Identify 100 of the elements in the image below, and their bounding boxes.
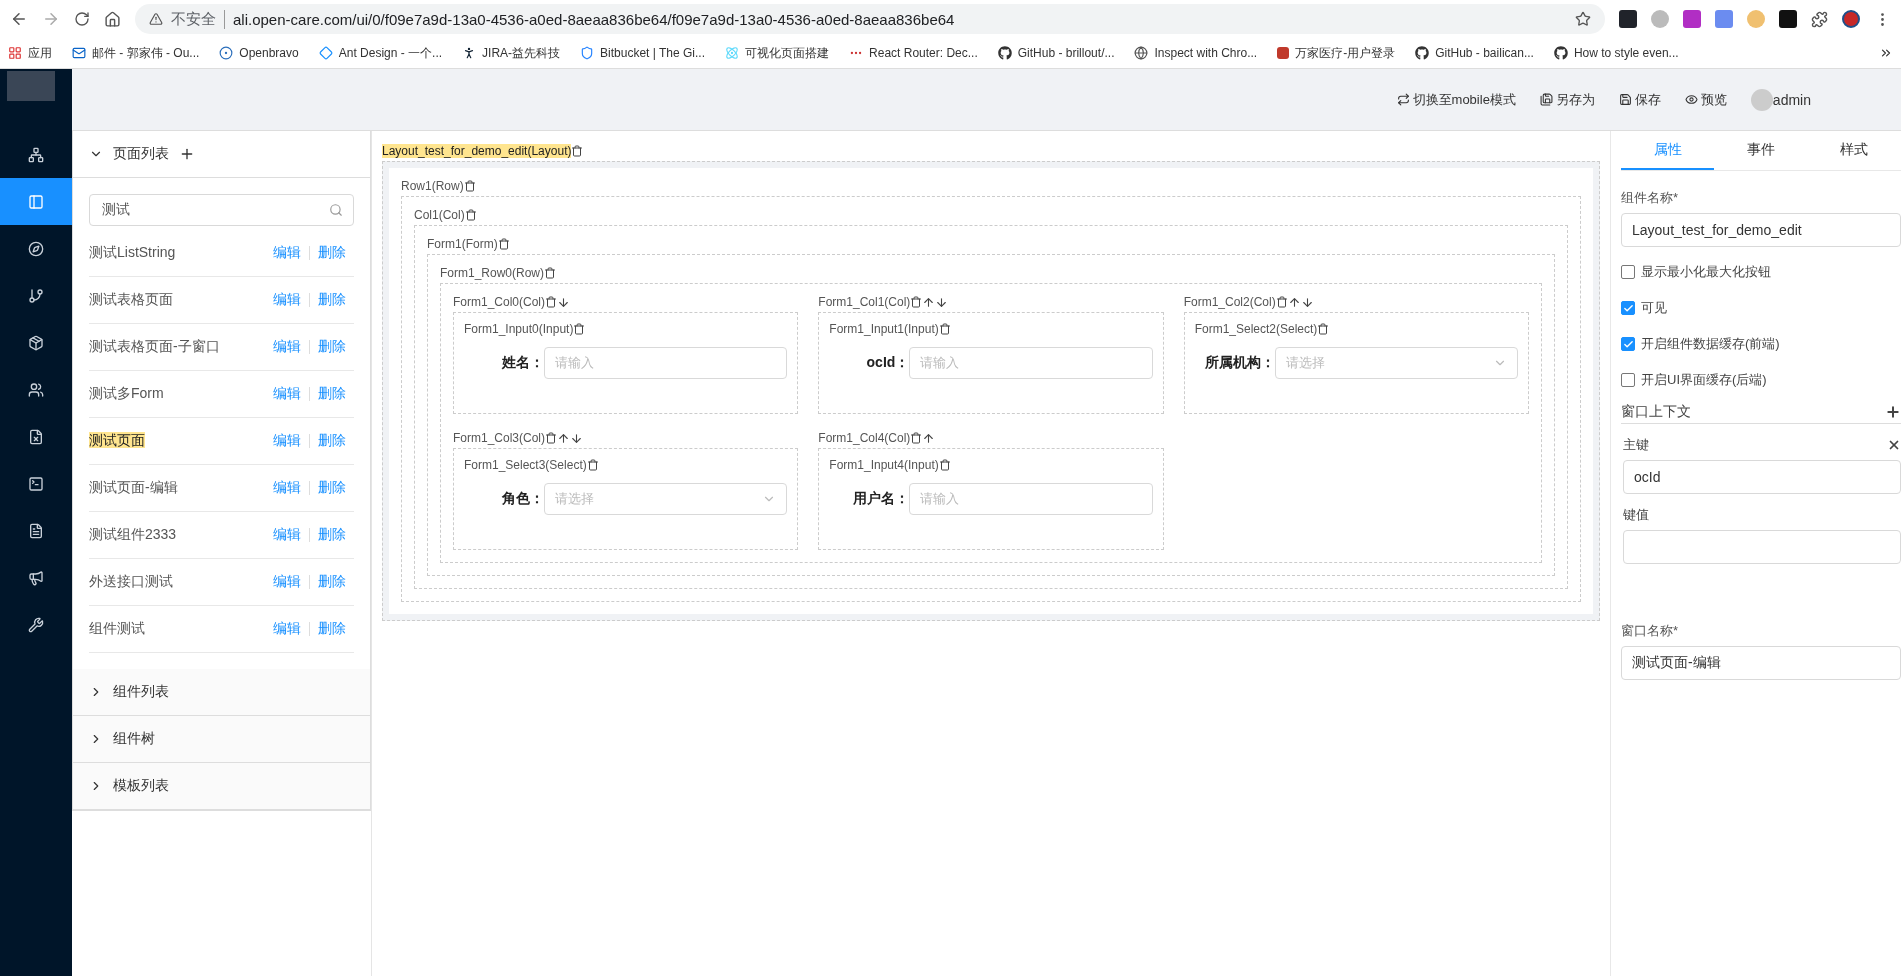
component-label[interactable]: Form1_Input4(Input) bbox=[829, 458, 939, 472]
address-bar[interactable]: 不安全 ali.open-care.com/ui/0/f09e7a9d-13a0-4536-a0ed-8aeaa836be64/f09e7a9d-13a0-4536-a0ed-8aeaa836be64 bbox=[135, 4, 1605, 34]
page-name[interactable]: 外送接口测试 bbox=[89, 573, 173, 589]
checkbox[interactable] bbox=[1621, 337, 1635, 351]
page-name[interactable]: 测试表格页面-子窗口 bbox=[89, 338, 220, 354]
component-label[interactable]: Form1_Col4(Col) bbox=[818, 431, 911, 445]
search-field[interactable]: 测试 bbox=[89, 194, 354, 226]
window-name-input[interactable]: 测试页面-编辑 bbox=[1621, 646, 1901, 680]
bookmark-link[interactable]: 可视化页面搭建 bbox=[725, 44, 830, 62]
close-icon[interactable] bbox=[1887, 438, 1901, 452]
page-name[interactable]: 测试页面 bbox=[89, 432, 145, 448]
move-down-icon[interactable] bbox=[570, 431, 584, 445]
page-name[interactable]: 组件测试 bbox=[89, 620, 145, 636]
move-down-icon[interactable] bbox=[557, 295, 571, 309]
component-label[interactable]: Form1(Form) bbox=[427, 237, 498, 251]
checkbox[interactable] bbox=[1621, 301, 1635, 315]
github-icon bbox=[1553, 46, 1568, 60]
header-action-button[interactable]: 预览 bbox=[1684, 90, 1727, 109]
more-bookmarks-icon[interactable] bbox=[1879, 46, 1893, 60]
page-name[interactable]: 测试ListString bbox=[89, 244, 176, 260]
bookmark-link[interactable]: 邮件 - 郭家伟 - Ou... bbox=[72, 44, 200, 62]
bookmark-link[interactable]: 万家医疗-用户登录 bbox=[1277, 44, 1396, 62]
field-label: 用户名： bbox=[852, 490, 910, 508]
delete-icon[interactable] bbox=[938, 323, 951, 335]
bookmark-star-icon[interactable] bbox=[1575, 11, 1591, 27]
tab[interactable]: 事件 bbox=[1714, 131, 1808, 170]
profile-icon[interactable] bbox=[1842, 10, 1860, 28]
key-input[interactable]: ocId bbox=[1623, 460, 1901, 494]
delete-icon[interactable] bbox=[497, 238, 510, 250]
component-label[interactable]: Col1(Col) bbox=[414, 208, 465, 222]
move-down-icon[interactable] bbox=[935, 295, 949, 309]
component-label[interactable]: Row1(Row) bbox=[401, 179, 464, 193]
bookmark-link[interactable]: GitHub - brillout/... bbox=[997, 46, 1115, 60]
extensions-icon[interactable] bbox=[1811, 10, 1828, 28]
bookmark-link[interactable]: 应用 bbox=[8, 44, 52, 62]
section-header[interactable]: 组件列表 bbox=[73, 669, 370, 716]
extension-icon[interactable] bbox=[1779, 10, 1797, 28]
security-label: 不安全 bbox=[171, 9, 225, 29]
extension-icon[interactable] bbox=[1619, 10, 1637, 28]
checkbox[interactable] bbox=[1621, 373, 1635, 387]
back-icon[interactable] bbox=[10, 10, 28, 28]
bookmark-link[interactable]: Ant Design - 一个... bbox=[318, 44, 443, 62]
component-label[interactable]: Form1_Row0(Row) bbox=[440, 266, 545, 280]
delete-icon[interactable] bbox=[545, 296, 558, 308]
bookmark-link[interactable]: Bitbucket | The Gi... bbox=[580, 46, 706, 60]
home-icon[interactable] bbox=[104, 10, 121, 28]
component-label[interactable]: Form1_Col2(Col) bbox=[1183, 295, 1276, 309]
tab[interactable]: 样式 bbox=[1807, 131, 1901, 170]
delete-icon[interactable] bbox=[463, 180, 476, 192]
component-label[interactable]: Form1_Col1(Col) bbox=[818, 295, 911, 309]
move-up-icon[interactable] bbox=[1287, 295, 1301, 309]
component-label[interactable]: Form1_Select3(Select) bbox=[464, 458, 587, 472]
add-icon[interactable] bbox=[179, 146, 195, 162]
header-action-button[interactable]: 保存 bbox=[1618, 90, 1661, 109]
user-name[interactable]: admin bbox=[1772, 91, 1811, 108]
move-down-icon[interactable] bbox=[1300, 295, 1314, 309]
component-label[interactable]: Form1_Col3(Col) bbox=[453, 431, 546, 445]
delete-icon[interactable] bbox=[571, 145, 584, 157]
page-name[interactable]: 测试组件2333 bbox=[89, 526, 177, 542]
bookmark-link[interactable]: Inspect with Chro... bbox=[1134, 46, 1258, 60]
delete-icon[interactable] bbox=[1275, 296, 1288, 308]
component-label[interactable]: Form1_Input0(Input) bbox=[464, 322, 574, 336]
component-label[interactable]: Form1_Col0(Col) bbox=[453, 295, 546, 309]
checkbox[interactable] bbox=[1621, 265, 1635, 279]
section-header[interactable]: 组件树 bbox=[73, 716, 370, 763]
section-header[interactable]: 模板列表 bbox=[73, 763, 370, 810]
delete-icon[interactable] bbox=[544, 267, 557, 279]
url-text: ali.open-care.com/ui/0/f09e7a9d-13a0-4536-a0ed-8aeaa836be64/f09e7a9d-13a0-4536-a0ed-8aeaa836be64 bbox=[233, 10, 955, 28]
delete-icon[interactable] bbox=[586, 459, 599, 471]
name-input[interactable]: Layout_test_for_demo_edit bbox=[1621, 213, 1901, 247]
delete-icon[interactable] bbox=[1317, 323, 1330, 335]
header-action-button[interactable]: 另存为 bbox=[1539, 90, 1595, 109]
move-up-icon[interactable] bbox=[557, 431, 571, 445]
delete-icon[interactable] bbox=[573, 323, 586, 335]
delete-icon[interactable] bbox=[938, 459, 951, 471]
bookmark-link[interactable]: How to style even... bbox=[1553, 46, 1679, 60]
bookmark-link[interactable]: JIRA-益先科技 bbox=[462, 44, 561, 62]
document-icon bbox=[28, 522, 44, 539]
ring-icon bbox=[219, 46, 234, 60]
component-label[interactable]: Layout_test_for_demo_edit(Layout) bbox=[382, 144, 572, 158]
bookmark-link[interactable]: Openbravo bbox=[219, 46, 299, 60]
atom-icon bbox=[725, 46, 740, 60]
component-label[interactable]: Form1_Input1(Input) bbox=[829, 322, 939, 336]
delete-icon[interactable] bbox=[910, 296, 923, 308]
move-up-icon[interactable] bbox=[922, 431, 936, 445]
bookmark-link[interactable]: GitHub - bailican... bbox=[1415, 46, 1534, 60]
reload-icon[interactable] bbox=[74, 11, 90, 27]
component-label[interactable]: Form1_Select2(Select) bbox=[1194, 322, 1318, 336]
delete-icon[interactable] bbox=[464, 209, 477, 221]
page-name[interactable]: 测试页面-编辑 bbox=[89, 479, 178, 495]
delete-icon[interactable] bbox=[910, 432, 923, 444]
move-up-icon[interactable] bbox=[922, 295, 936, 309]
page-name[interactable]: 测试多Form bbox=[89, 385, 164, 401]
header-action-button[interactable]: 切换至mobile模式 bbox=[1396, 90, 1516, 109]
add-icon[interactable] bbox=[1885, 404, 1901, 420]
field-label: 所属机构： bbox=[1203, 354, 1275, 372]
bookmark-link[interactable]: React Router: Dec... bbox=[849, 46, 978, 60]
value-input[interactable] bbox=[1623, 530, 1901, 564]
delete-icon[interactable] bbox=[545, 432, 558, 444]
page-name[interactable]: 测试表格页面 bbox=[89, 291, 173, 307]
